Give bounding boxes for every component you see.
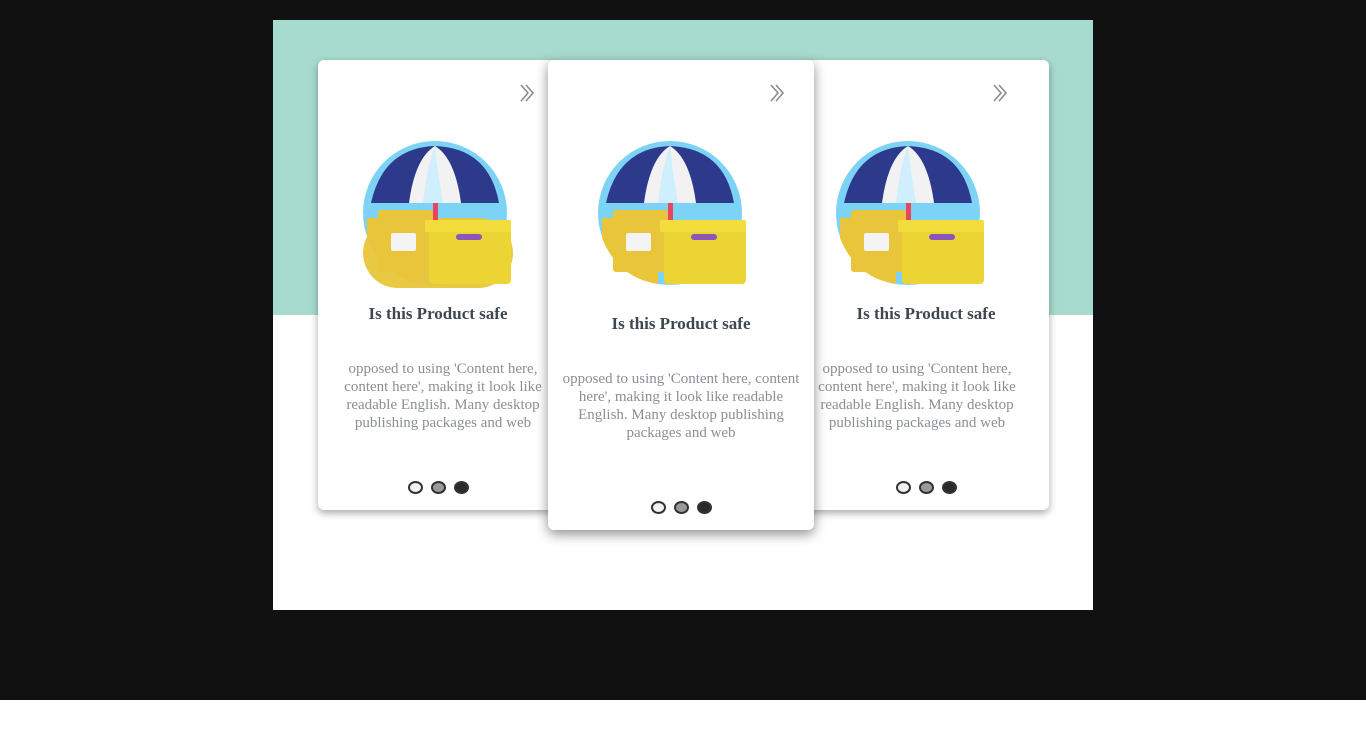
slide-card-left[interactable]: Is this Product safe opposed to using 'C… [318, 60, 558, 510]
product-safety-umbrella-boxes-icon [598, 141, 746, 285]
double-chevron-right-icon[interactable] [991, 82, 1009, 104]
pagination-dot-3[interactable] [941, 481, 957, 494]
pagination-dot-3[interactable] [453, 481, 469, 494]
pagination-dot-2[interactable] [430, 481, 446, 494]
card-description: opposed to using 'Content here, content … [562, 371, 800, 441]
product-safety-umbrella-boxes-icon [836, 141, 984, 285]
slide-card-right[interactable]: Is this Product safe opposed to using 'C… [803, 60, 1049, 510]
pagination-dots [318, 481, 558, 494]
pagination-dot-2[interactable] [673, 501, 689, 514]
pagination-dot-1[interactable] [895, 481, 911, 494]
card-title: Is this Product safe [611, 314, 751, 333]
card-description: opposed to using 'Content here, content … [344, 361, 542, 431]
product-safety-umbrella-boxes-icon [363, 141, 513, 288]
card-description: opposed to using 'Content here, content … [818, 361, 1016, 431]
slider-section: Is this Product safe opposed to using 'C… [273, 20, 1093, 610]
pagination-dots [803, 481, 1049, 494]
page-backdrop: Is this Product safe opposed to using 'C… [0, 0, 1366, 700]
pagination-dot-2[interactable] [918, 481, 934, 494]
double-chevron-right-icon[interactable] [768, 82, 786, 104]
slide-card-active[interactable]: Is this Product safe opposed to using 'C… [548, 60, 814, 530]
pagination-dot-3[interactable] [696, 501, 712, 514]
card-title: Is this Product safe [856, 304, 996, 323]
pagination-dots [548, 501, 814, 514]
double-chevron-right-icon[interactable] [518, 82, 536, 104]
pagination-dot-1[interactable] [407, 481, 423, 494]
card-title: Is this Product safe [368, 304, 508, 323]
pagination-dot-1[interactable] [650, 501, 666, 514]
